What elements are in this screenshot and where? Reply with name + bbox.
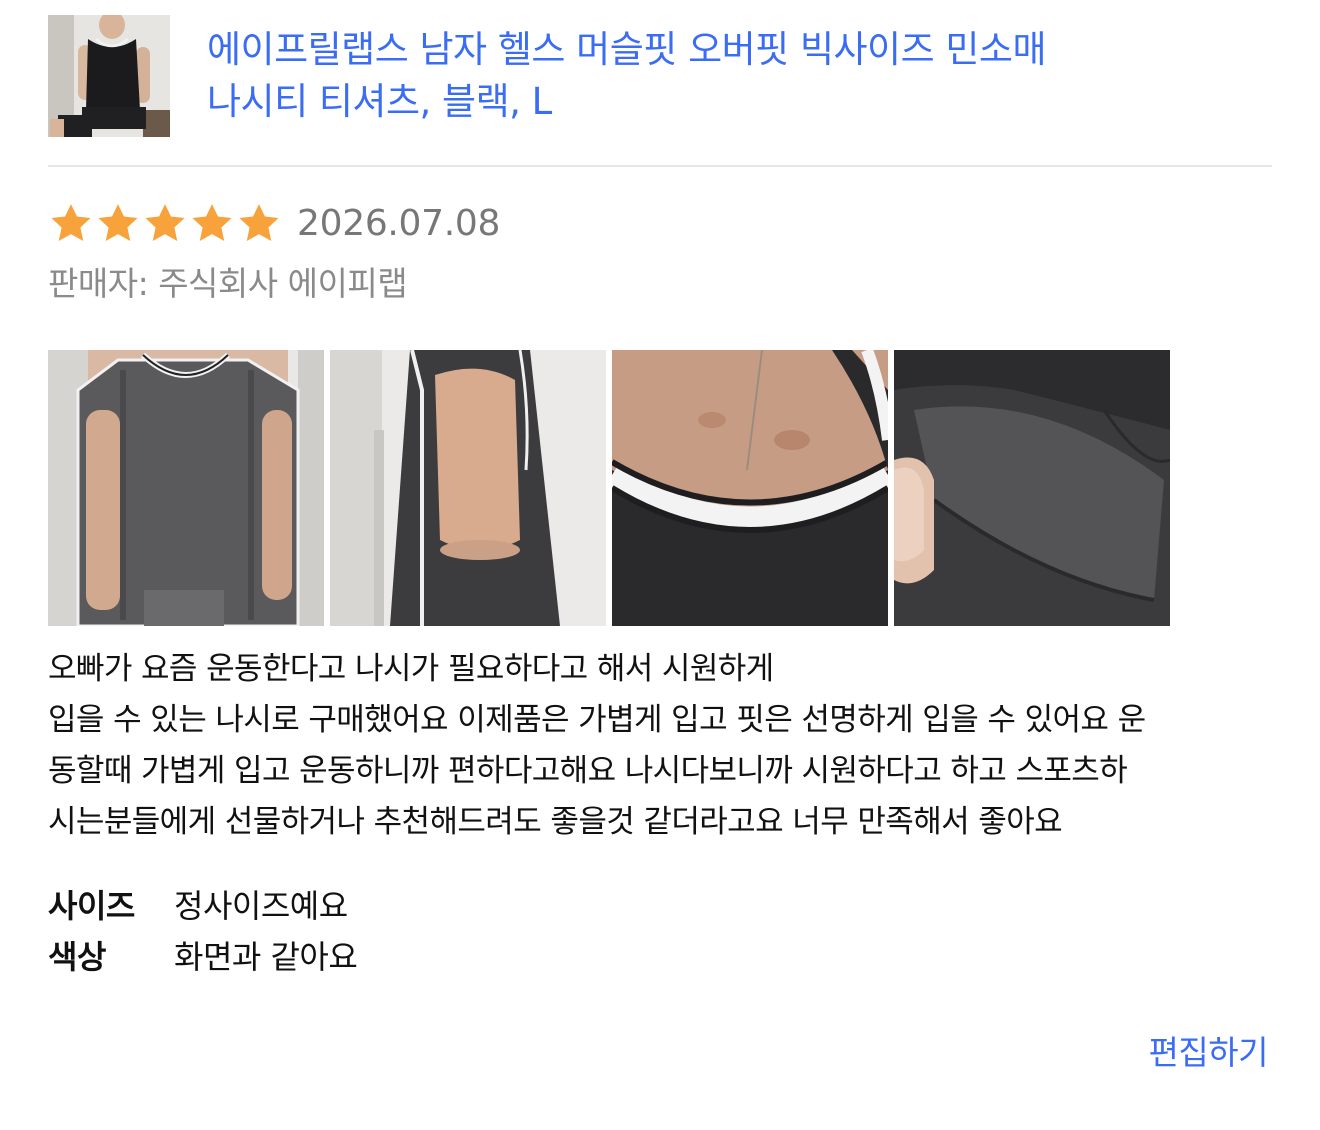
product-title-line2: 나시티 티셔츠, 블랙, L [207, 80, 552, 123]
seller-name: 판매자: 주식회사 에이피랩 [48, 264, 408, 303]
color-value: 화면과 같아요 [174, 938, 358, 976]
star-filled-icon [189, 201, 235, 247]
photo-collar-closeup[interactable] [612, 350, 888, 626]
review-text-line: 시는분들에게 선물하거나 추천해드려도 좋을것 같더라고요 너무 만족해서 좋아… [48, 804, 1063, 840]
star-filled-icon [48, 201, 94, 247]
color-label: 색상 [48, 938, 106, 976]
review-text-line: 오빠가 요즘 운동한다고 나시가 필요하다고 해서 시원하게 [48, 651, 774, 687]
header-divider [48, 165, 1272, 167]
star-filled-icon [236, 201, 282, 247]
star-rating [48, 201, 282, 247]
star-filled-icon [95, 201, 141, 247]
edit-review-link[interactable]: 편집하기 [1149, 1030, 1269, 1076]
product-thumbnail[interactable] [48, 15, 170, 137]
size-value: 정사이즈예요 [174, 887, 348, 925]
product-title-link[interactable]: 에이프릴랩스 남자 헬스 머슬핏 오버핏 빅사이즈 민소매 나시티 티셔츠, 블… [207, 24, 1267, 128]
review-text-line: 동할때 가볍게 입고 운동하니까 편하다고해요 나시다보니까 시원하다고 하고 … [48, 753, 1128, 789]
review-date: 2026.07.08 [297, 203, 501, 244]
tank-top-collar-photo-icon [612, 350, 888, 626]
photo-fabric-closeup[interactable] [894, 350, 1170, 626]
color-attribute: 색상 화면과 같아요 [48, 931, 358, 979]
review-photo-strip [48, 350, 1170, 626]
tank-top-fabric-photo-icon [894, 350, 1170, 626]
tank-top-side-photo-icon [330, 350, 606, 626]
star-filled-icon [142, 201, 188, 247]
photo-side-view[interactable] [330, 350, 606, 626]
size-attribute: 사이즈 정사이즈예요 [48, 880, 348, 928]
product-title-line1: 에이프릴랩스 남자 헬스 머슬핏 오버핏 빅사이즈 민소매 [207, 28, 1047, 71]
tank-top-front-photo-icon [48, 350, 324, 626]
review-text-line: 입을 수 있는 나시로 구매했어요 이제품은 가볍게 입고 핏은 선명하게 입을… [48, 702, 1146, 738]
size-label: 사이즈 [48, 887, 135, 925]
product-photo-icon [48, 15, 170, 137]
review-text: 오빠가 요즘 운동한다고 나시가 필요하다고 해서 시원하게 입을 수 있는 나… [48, 644, 1278, 848]
photo-front-view[interactable] [48, 350, 324, 626]
